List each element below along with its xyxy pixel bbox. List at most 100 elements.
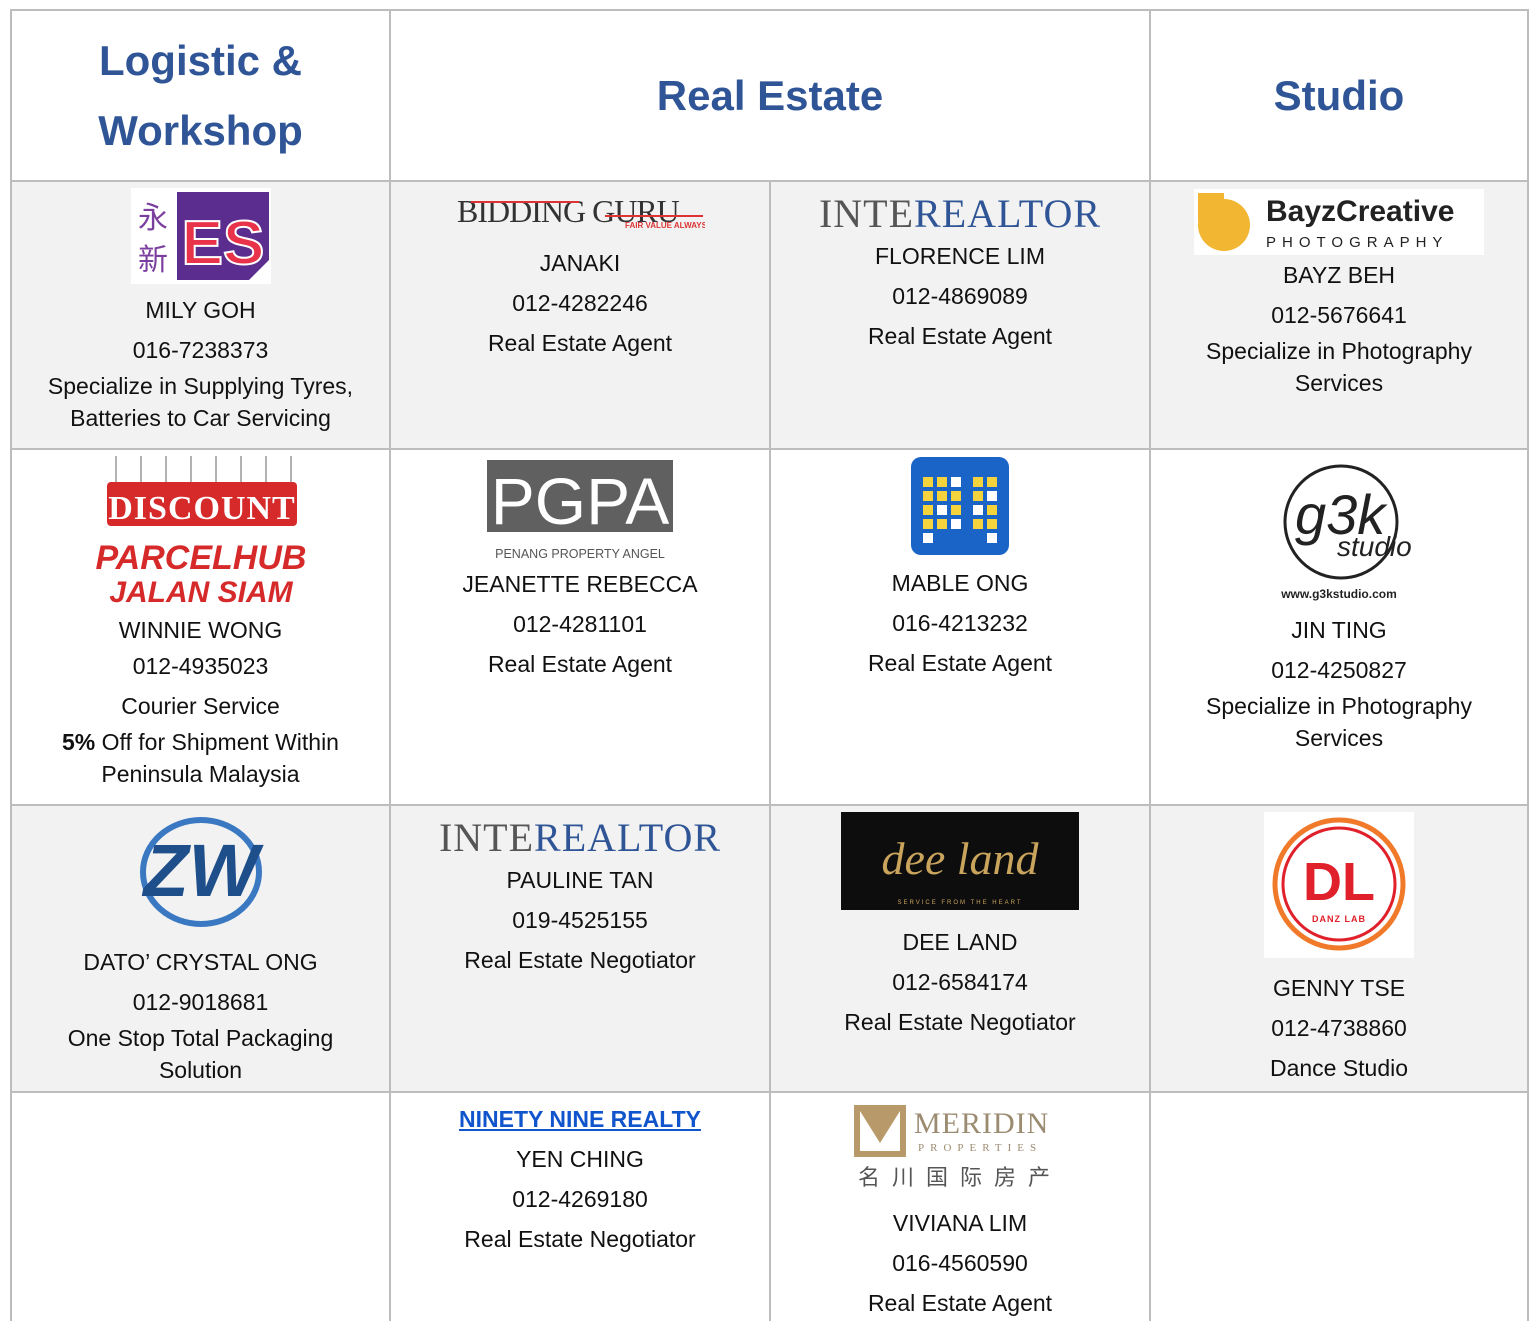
contact-description: Courier Service — [121, 693, 280, 719]
listing-cell: DISCOUNT PARCELHUB JALAN SIAM WINNIE WON… — [12, 450, 391, 806]
header-logistic-workshop: Logistic & Workshop — [12, 11, 391, 182]
bidding-guru-logo: BIDDING GURU FAIR VALUE ALWAYS — [455, 192, 705, 230]
contact-phone: 016-4213232 — [892, 610, 1028, 636]
listing-cell: INTEREALTOR FLORENCE LIM 012-4869089 Rea… — [771, 182, 1151, 450]
discount-text: DISCOUNT — [108, 490, 295, 527]
contact-name: MILY GOH — [145, 297, 256, 323]
danz-lab-mark: DL — [1303, 852, 1375, 912]
contact-phone: 012-4935023 — [132, 653, 269, 679]
interealtor-logo: INTEREALTOR — [439, 816, 721, 860]
directory-table: Logistic & Workshop Real Estate Studio 永… — [10, 9, 1529, 1321]
listing-cell: PGPA PENANG PROPERTY ANGEL JEANETTE REBE… — [391, 450, 771, 806]
contact-name: DATO’ CRYSTAL ONG — [83, 949, 318, 975]
contact-name: JANAKI — [539, 250, 621, 276]
yongxin-cn-bottom: 新 — [138, 244, 168, 277]
meridin-sub: PROPERTIES — [918, 1142, 1042, 1154]
dee-land-script: dee land — [881, 833, 1039, 884]
header-real-estate-text: Real Estate — [656, 71, 884, 119]
contact-name: WINNIE WONG — [118, 617, 283, 643]
yongxin-logo: 永 新 ES — [130, 188, 271, 284]
contact-phone: 012-4269180 — [512, 1186, 648, 1212]
header-logistic-text: Logistic & Workshop — [98, 36, 303, 154]
dee-land-sub: SERVICE FROM THE HEART — [897, 900, 1022, 906]
pgpa-mark: PGPA — [491, 464, 670, 538]
contact-phone: 012-4250827 — [1271, 657, 1407, 683]
listing-cell: g3k studio www.g3kstudio.com JIN TING 01… — [1151, 450, 1529, 806]
contact-promo: 5% Off for Shipment Within Peninsula Mal… — [12, 726, 389, 790]
meridin-cn: 名川国际房产 — [858, 1165, 1062, 1190]
parcelhub-line1: PARCELHUB — [95, 539, 306, 577]
contact-phone: 012-4738860 — [1271, 1015, 1407, 1041]
interealtor-logo: INTEREALTOR — [819, 192, 1101, 236]
contact-description: Real Estate Agent — [487, 651, 673, 677]
contact-description: Real Estate Agent — [867, 323, 1053, 349]
interealtor-part2: REALTOR — [914, 191, 1102, 236]
listing-cell: MERIDIN PROPERTIES 名川国际房产 VIVIANA LIM 01… — [771, 1093, 1151, 1321]
contact-name: MABLE ONG — [891, 570, 1029, 596]
interealtor-part1: INTE — [818, 191, 915, 236]
contact-name: YEN CHING — [516, 1146, 644, 1172]
contact-description: Real Estate Agent — [487, 330, 673, 356]
meridin-name: MERIDIN — [914, 1107, 1049, 1140]
contact-phone: 012-9018681 — [132, 989, 269, 1015]
zw-mark: ZW — [141, 829, 264, 912]
bidding-guru-tagline: FAIR VALUE ALWAYS — [625, 221, 705, 230]
danz-lab-logo: DL DANZ LAB — [1264, 812, 1414, 958]
contact-phone: 012-5676641 — [1271, 302, 1407, 328]
pgpa-sub: PENANG PROPERTY ANGEL — [495, 547, 665, 561]
g3k-word: studio — [1337, 531, 1412, 562]
promo-bold: 5% — [62, 729, 96, 755]
interealtor-part1: INTE — [438, 815, 535, 860]
listing-cell: INTEREALTOR PAULINE TAN 019-4525155 Real… — [391, 806, 771, 1093]
contact-description: Real Estate Negotiator — [844, 1009, 1076, 1035]
listing-cell: dee land SERVICE FROM THE HEART DEE LAND… — [771, 806, 1151, 1093]
eh-building-logo — [911, 457, 1009, 555]
contact-description: Specialize in Photography Services — [1206, 338, 1472, 396]
meridin-logo: MERIDIN PROPERTIES 名川国际房产 — [852, 1103, 1068, 1197]
contact-description: Real Estate Negotiator — [464, 1226, 696, 1252]
contact-phone: 019-4525155 — [512, 907, 648, 933]
parcelhub-logo: DISCOUNT PARCELHUB JALAN SIAM — [91, 456, 311, 608]
bayz-sub: PHOTOGRAPHY — [1266, 234, 1448, 251]
ninety-nine-realty-link[interactable]: NINETY NINE REALTY — [459, 1099, 701, 1139]
contact-description: Dance Studio — [1269, 1055, 1409, 1081]
contact-name: JIN TING — [1291, 617, 1387, 643]
empty-cell — [1151, 1093, 1529, 1321]
contact-description: Specialize in Supplying Tyres, Batteries… — [47, 373, 354, 431]
contact-description: Real Estate Agent — [867, 650, 1053, 676]
header-studio-text: Studio — [1273, 71, 1405, 119]
contact-name: GENNY TSE — [1272, 975, 1406, 1001]
header-studio: Studio — [1151, 11, 1529, 182]
yongxin-mark: ES — [181, 209, 264, 278]
zw-logo: ZW — [136, 812, 266, 932]
g3k-studio-logo: g3k studio www.g3kstudio.com — [1259, 464, 1419, 604]
contact-phone: 012-4869089 — [892, 283, 1028, 309]
listing-cell: DL DANZ LAB GENNY TSE 012-4738860 Dance … — [1151, 806, 1529, 1093]
listing-cell: ZW DATO’ CRYSTAL ONG 012-9018681 One Sto… — [12, 806, 391, 1093]
contact-phone: 012-6584174 — [892, 969, 1028, 995]
contact-description: One Stop Total Packaging Solution — [67, 1025, 334, 1083]
listing-cell: BayzCreative PHOTOGRAPHY BAYZ BEH 012-56… — [1151, 182, 1529, 450]
yongxin-cn-top: 永 — [138, 202, 168, 235]
listing-cell: BIDDING GURU FAIR VALUE ALWAYS JANAKI 01… — [391, 182, 771, 450]
contact-phone: 016-4560590 — [892, 1250, 1028, 1276]
contact-name: PAULINE TAN — [506, 867, 654, 893]
interealtor-part2: REALTOR — [534, 815, 722, 860]
contact-name: BAYZ BEH — [1282, 262, 1396, 288]
contact-description: Real Estate Agent — [867, 1290, 1053, 1316]
danz-lab-sub: DANZ LAB — [1312, 914, 1366, 924]
dee-land-logo: dee land SERVICE FROM THE HEART — [841, 812, 1079, 910]
g3k-url: www.g3kstudio.com — [1280, 587, 1397, 601]
empty-cell — [12, 1093, 391, 1321]
contact-name: DEE LAND — [902, 929, 1018, 955]
contact-phone: 012-4282246 — [512, 290, 648, 316]
bayz-creative-logo: BayzCreative PHOTOGRAPHY — [1194, 189, 1484, 255]
pgpa-logo: PGPA PENANG PROPERTY ANGEL — [485, 458, 675, 564]
contact-name: VIVIANA LIM — [892, 1210, 1028, 1236]
promo-rest: Off for Shipment Within Peninsula Malays… — [95, 729, 339, 787]
bayz-name: BayzCreative — [1266, 195, 1454, 228]
header-real-estate: Real Estate — [391, 11, 1151, 182]
parcelhub-line2: JALAN SIAM — [109, 576, 293, 608]
listing-cell: NINETY NINE REALTY YEN CHING 012-4269180… — [391, 1093, 771, 1321]
contact-name: FLORENCE LIM — [875, 243, 1045, 269]
